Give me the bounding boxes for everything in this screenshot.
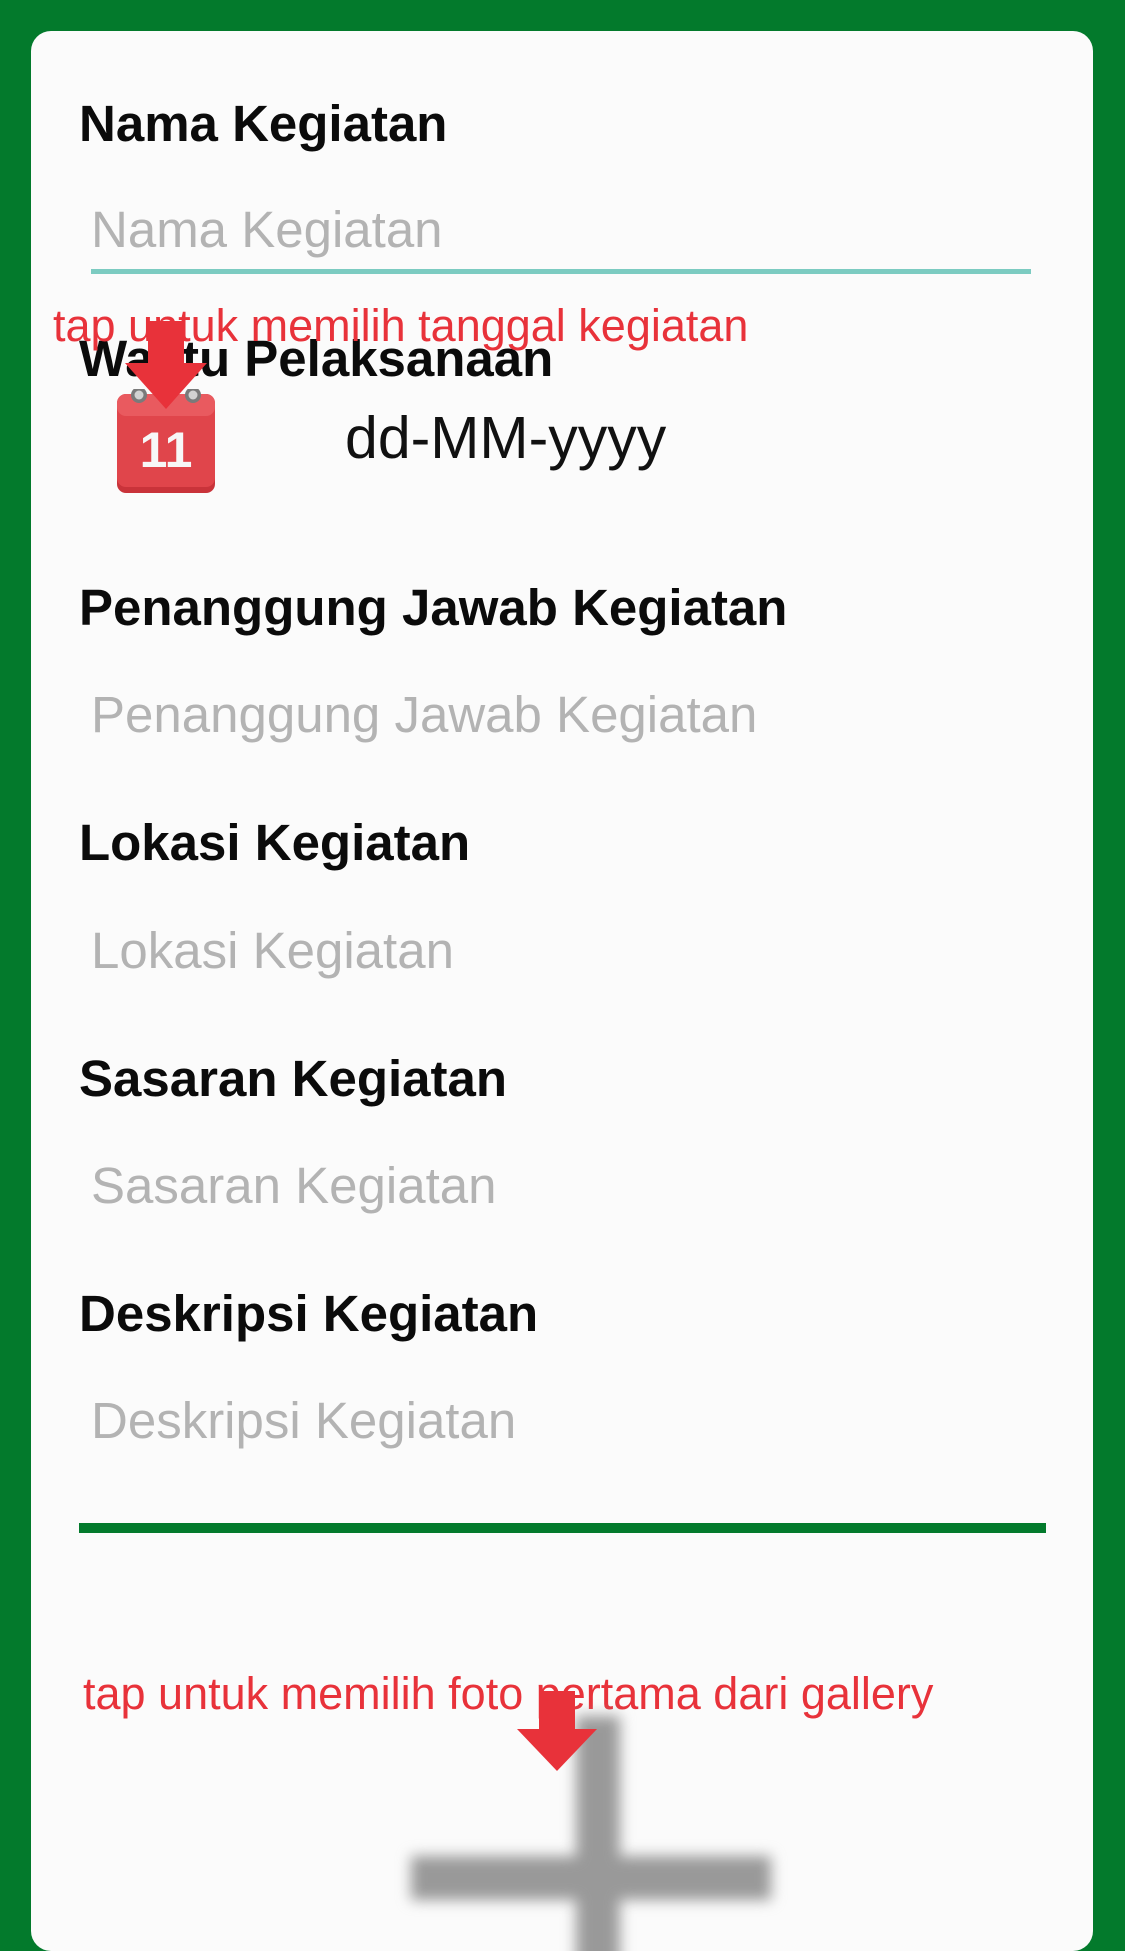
section-divider	[79, 1523, 1046, 1533]
sasaran-kegiatan-label: Sasaran Kegiatan	[79, 1050, 508, 1107]
nama-kegiatan-label: Nama Kegiatan	[79, 95, 448, 152]
lokasi-kegiatan-input[interactable]	[91, 915, 1061, 985]
date-value[interactable]: dd-MM-yyyy	[345, 409, 666, 468]
date-picker[interactable]: 11 dd-MM-yyyy	[115, 389, 1015, 499]
down-arrow-icon	[517, 1691, 597, 1771]
penanggung-jawab-label: Penanggung Jawab Kegiatan	[79, 579, 788, 636]
sasaran-kegiatan-input[interactable]	[91, 1150, 1061, 1220]
form-card: Nama Kegiatan Waktu Pelaksanaan 11 dd-MM…	[31, 31, 1093, 1951]
nama-kegiatan-input[interactable]	[91, 194, 1061, 264]
penanggung-jawab-input[interactable]	[91, 679, 1061, 749]
deskripsi-kegiatan-input[interactable]	[91, 1385, 1061, 1455]
nama-kegiatan-underline	[91, 269, 1031, 274]
lokasi-kegiatan-label: Lokasi Kegiatan	[79, 814, 471, 871]
deskripsi-kegiatan-label: Deskripsi Kegiatan	[79, 1285, 539, 1342]
down-arrow-icon	[125, 321, 207, 409]
